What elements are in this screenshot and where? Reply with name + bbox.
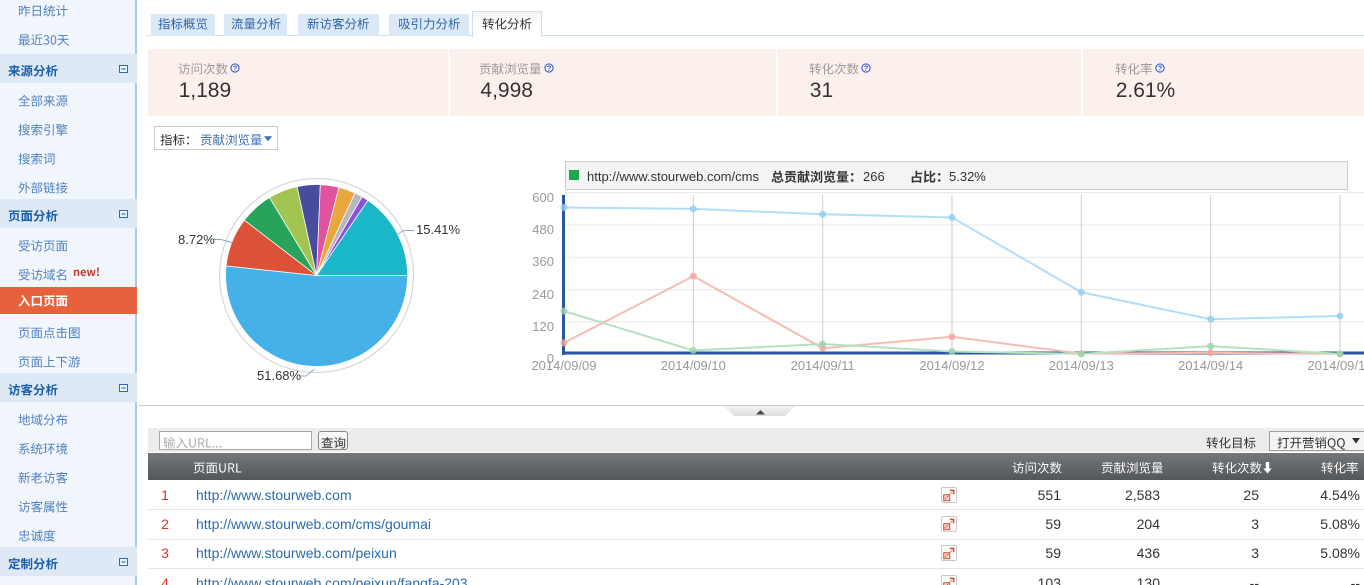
svg-text:?: ? (1157, 64, 1162, 73)
svg-text:?: ? (233, 64, 238, 73)
svg-text:?: ? (547, 64, 552, 73)
svg-text:?: ? (864, 64, 869, 73)
